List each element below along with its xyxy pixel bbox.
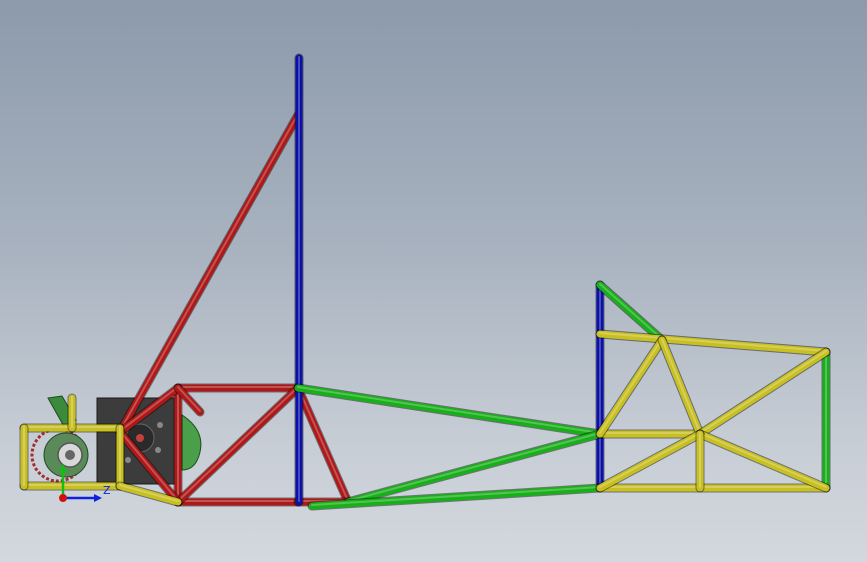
tube-highlight: [599, 332, 827, 352]
tube-highlight: [661, 338, 701, 434]
triad-z-arrow: [94, 494, 102, 502]
tube-highlight: [699, 432, 827, 488]
triad-x-axis: [59, 494, 67, 502]
tube-highlight: [599, 338, 663, 434]
chassis-model-scene[interactable]: Z: [0, 0, 867, 562]
tube-highlight: [297, 386, 349, 502]
clutch-cover: [181, 414, 202, 471]
gearbox-hub-center: [136, 434, 144, 442]
drive-sprocket-bore: [65, 450, 75, 460]
gearbox-bolt: [155, 447, 161, 453]
gearbox-bolt: [157, 422, 163, 428]
tube-highlight: [297, 386, 601, 434]
graphics-viewport[interactable]: Z: [0, 0, 867, 562]
tube-highlight: [599, 432, 701, 488]
tube-highlight: [699, 350, 827, 434]
triad-z-label: Z: [103, 484, 111, 497]
tube-highlight: [119, 113, 299, 432]
gearbox-bolt: [125, 457, 131, 463]
